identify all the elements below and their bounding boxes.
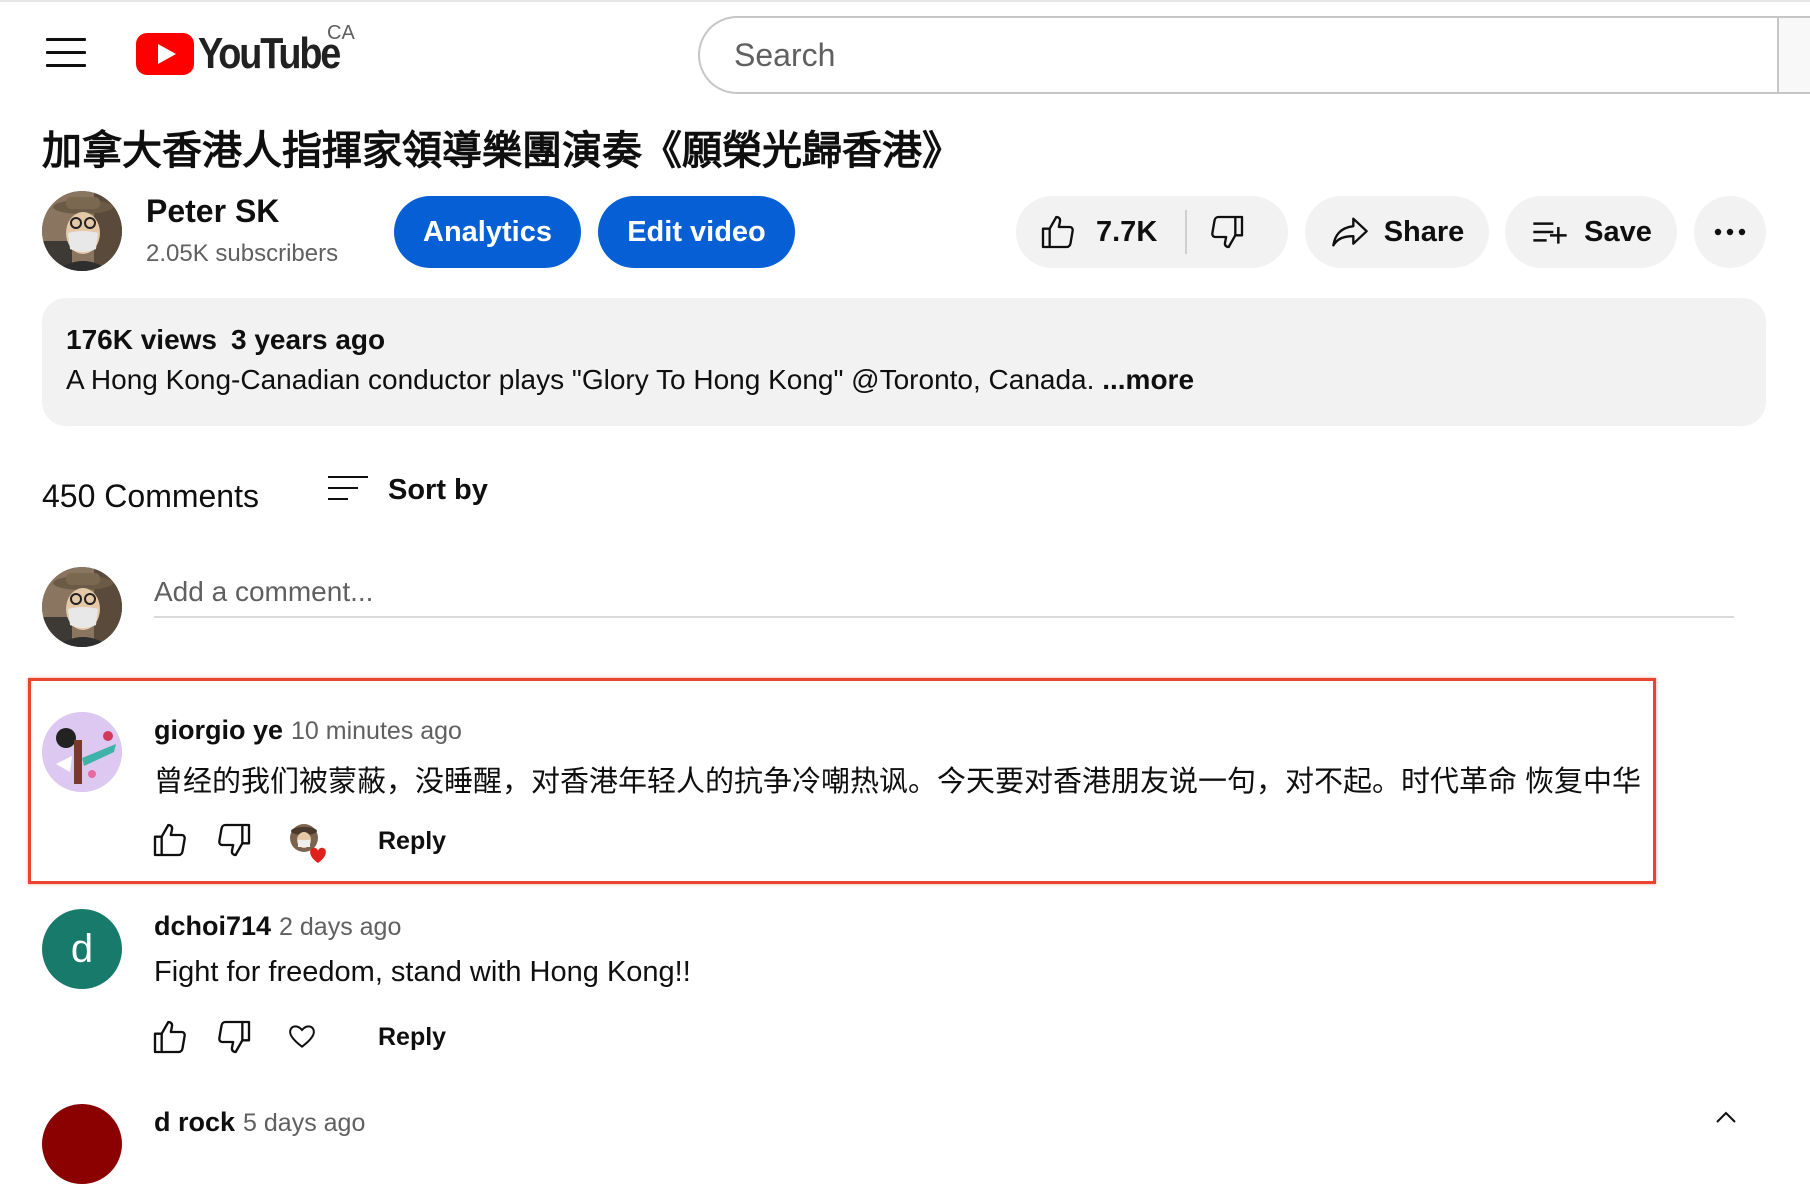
comment-header: d rock 5 days ago <box>154 1107 365 1138</box>
description-more-link[interactable]: ...more <box>1102 364 1194 395</box>
comment-author[interactable]: giorgio ye <box>154 715 283 745</box>
comment-heart-button[interactable] <box>286 1020 326 1060</box>
share-icon <box>1331 217 1368 247</box>
comment-time[interactable]: 2 days ago <box>279 913 401 941</box>
thumbs-up-icon <box>153 823 186 857</box>
comment-avatar[interactable] <box>42 1104 122 1184</box>
save-label: Save <box>1584 215 1652 248</box>
thumbs-down-icon <box>218 823 251 857</box>
reply-button[interactable]: Reply <box>378 1023 446 1052</box>
chevron-up-icon[interactable] <box>1714 1108 1738 1124</box>
heart-outline-icon <box>289 1025 315 1048</box>
reply-button[interactable]: Reply <box>378 827 446 856</box>
description-box[interactable] <box>42 298 1766 426</box>
edit-video-button[interactable]: Edit video <box>598 196 795 268</box>
menu-icon[interactable] <box>46 38 86 72</box>
comment-dislike-button[interactable] <box>214 820 254 860</box>
description-body: A Hong Kong-Canadian conductor plays "Gl… <box>66 364 1095 395</box>
search-bar <box>698 16 1810 94</box>
description-meta: 176K views 3 years ago <box>66 324 385 356</box>
comment-text: 曾经的我们被蒙蔽，没睡醒，对香港年轻人的抗争冷嘲热讽。今天要对香港朋友说一句，对… <box>154 766 1642 798</box>
heart-icon <box>310 847 326 863</box>
upload-age: 3 years ago <box>231 324 386 355</box>
analytics-button[interactable]: Analytics <box>394 196 581 268</box>
video-title: 加拿大香港人指揮家領導樂團演奏《願榮光歸香港》 <box>42 129 962 173</box>
my-avatar <box>42 567 122 647</box>
add-comment-input[interactable] <box>154 568 1734 618</box>
channel-avatar[interactable] <box>42 191 122 271</box>
comment-avatar[interactable]: d <box>42 909 122 989</box>
thumbs-down-icon <box>1211 215 1244 249</box>
country-code: CA <box>327 22 355 44</box>
sort-icon[interactable] <box>328 476 368 506</box>
sort-by-button[interactable]: Sort by <box>388 474 488 507</box>
comment-time[interactable]: 10 minutes ago <box>291 717 462 745</box>
comment-like-button[interactable] <box>150 1017 190 1057</box>
comment-avatar[interactable] <box>42 712 122 792</box>
dislike-button[interactable] <box>1187 196 1267 268</box>
more-horiz-icon <box>1714 228 1746 236</box>
comment-text: Fight for freedom, stand with Hong Kong!… <box>154 956 691 988</box>
save-button[interactable]: Save <box>1505 196 1677 268</box>
comment-dislike-button[interactable] <box>214 1017 254 1057</box>
like-count: 7.7K <box>1096 215 1158 248</box>
search-input[interactable] <box>732 36 1636 75</box>
logo-wordmark: YouTube <box>198 29 341 78</box>
comment-author[interactable]: dchoi714 <box>154 911 271 941</box>
youtube-play-icon <box>136 33 194 75</box>
comment-header: dchoi714 2 days ago <box>154 911 401 942</box>
like-button[interactable]: 7.7K <box>1016 196 1157 268</box>
comment-time[interactable]: 5 days ago <box>243 1109 365 1137</box>
subscriber-count: 2.05K subscribers <box>146 240 339 267</box>
comments-count: 450 Comments <box>42 478 259 514</box>
thumbs-down-icon <box>218 1020 251 1054</box>
comment-author[interactable]: d rock <box>154 1107 235 1137</box>
more-actions-button[interactable] <box>1694 196 1766 268</box>
thumbs-up-icon <box>153 1020 186 1054</box>
share-button[interactable]: Share <box>1305 196 1489 268</box>
like-dislike-group: 7.7K <box>1016 196 1288 268</box>
playlist-add-icon <box>1533 222 1567 244</box>
comment-like-button[interactable] <box>150 820 190 860</box>
search-button[interactable] <box>1777 16 1810 94</box>
top-border <box>0 0 1810 2</box>
creator-heart-badge[interactable] <box>286 820 332 866</box>
share-label: Share <box>1383 215 1465 248</box>
view-count: 176K views <box>66 324 217 355</box>
comment-header: giorgio ye 10 minutes ago <box>154 715 462 746</box>
channel-name[interactable]: Peter SK <box>146 193 279 230</box>
description-text: A Hong Kong-Canadian conductor plays "Gl… <box>66 364 1194 396</box>
thumbs-up-icon <box>1041 215 1074 249</box>
